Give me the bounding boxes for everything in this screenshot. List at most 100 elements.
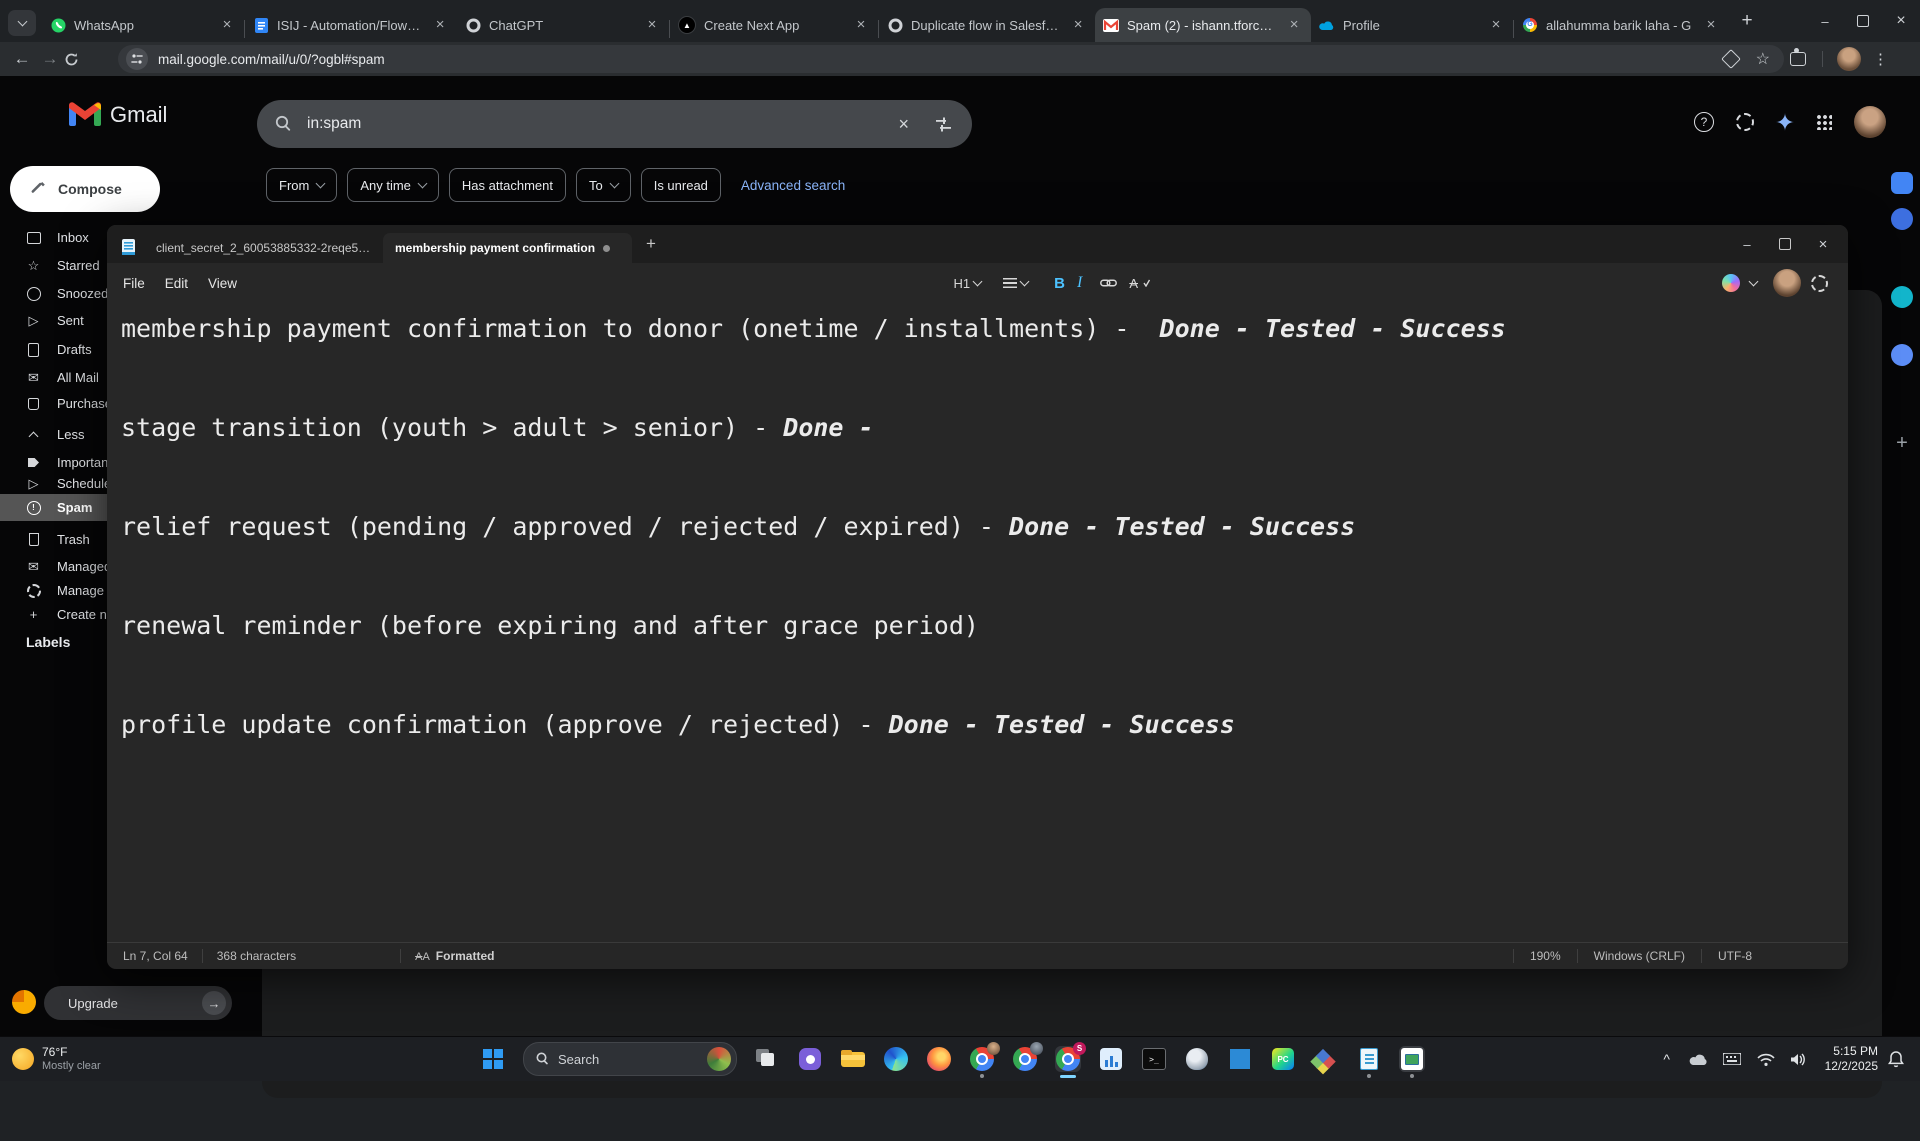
chip-any-time[interactable]: Any time xyxy=(347,168,439,202)
search-icon[interactable] xyxy=(275,115,293,133)
browser-tab-google-search[interactable]: G allahumma barik laha - G × xyxy=(1514,8,1728,42)
menu-view[interactable]: View xyxy=(198,271,247,296)
window-close-button[interactable]: × xyxy=(1882,6,1920,36)
tab-close-icon[interactable]: × xyxy=(431,16,449,34)
line-ending[interactable]: Windows (CRLF) xyxy=(1594,949,1685,963)
add-addon-plus-icon[interactable]: + xyxy=(1891,432,1913,454)
heading-style-dropdown[interactable]: H1 xyxy=(948,272,988,295)
google-apps-grid-icon[interactable] xyxy=(1816,114,1832,130)
tab-search-button[interactable] xyxy=(8,10,36,36)
meet-now-icon[interactable] xyxy=(797,1046,823,1072)
upgrade-promo-icon[interactable] xyxy=(12,990,36,1014)
window-maximize-button[interactable] xyxy=(1844,6,1882,36)
italic-button[interactable]: I xyxy=(1071,270,1088,296)
notepad-new-tab-button[interactable]: + xyxy=(646,234,656,254)
volume-icon[interactable] xyxy=(1791,1053,1815,1066)
taskpro-app-icon[interactable] xyxy=(1399,1046,1425,1072)
omnibox[interactable]: mail.google.com/mail/u/0/?ogbl#spam ☆ xyxy=(118,45,1784,73)
tab-close-icon[interactable]: × xyxy=(643,16,661,34)
tab-close-icon[interactable]: × xyxy=(1702,16,1720,34)
tray-clock[interactable]: 5:15 PM 12/2/2025 xyxy=(1825,1044,1878,1074)
pycharm-icon[interactable]: PC xyxy=(1270,1046,1296,1072)
notepad-close-button[interactable]: × xyxy=(1804,229,1842,259)
chrome-profile1-icon[interactable] xyxy=(969,1046,995,1072)
help-icon[interactable]: ? xyxy=(1694,112,1714,132)
vscode-icon[interactable] xyxy=(1227,1046,1253,1072)
notepad-tab-membership-active[interactable]: membership payment confirmation xyxy=(383,233,632,263)
chrome-profile3-active-icon[interactable]: S xyxy=(1055,1046,1081,1072)
back-icon[interactable]: ← xyxy=(8,49,36,69)
browser-tab-isij-docs[interactable]: ISIJ - Automation/Flows S × xyxy=(245,8,457,42)
notification-bell-icon[interactable] xyxy=(1888,1051,1912,1068)
browser-tab-whatsapp[interactable]: WhatsApp × xyxy=(42,8,244,42)
tray-expand-icon[interactable]: ^ xyxy=(1655,1051,1679,1067)
notepad-maximize-button[interactable] xyxy=(1766,229,1804,259)
tab-close-icon[interactable]: × xyxy=(1285,16,1303,34)
notepad-tab-client-secret[interactable]: client_secret_2_60053885332-2reqe52rribc xyxy=(144,233,383,263)
weather-widget[interactable]: 76°F Mostly clear xyxy=(12,1045,101,1073)
window-minimize-button[interactable]: – xyxy=(1806,6,1844,36)
advanced-search-link[interactable]: Advanced search xyxy=(741,178,845,193)
tab-close-icon[interactable]: × xyxy=(1487,16,1505,34)
browser-profile-avatar[interactable] xyxy=(1837,47,1861,71)
tasks-icon[interactable] xyxy=(1891,286,1913,308)
taskbar-search-box[interactable]: Search xyxy=(523,1042,737,1076)
diagrams-icon[interactable] xyxy=(1313,1046,1339,1072)
task-manager-icon[interactable] xyxy=(1098,1046,1124,1072)
touch-keyboard-icon[interactable] xyxy=(1723,1053,1747,1065)
menu-edit[interactable]: Edit xyxy=(155,271,198,296)
settings-gear-icon[interactable] xyxy=(1736,113,1754,131)
postgresql-icon[interactable] xyxy=(1184,1046,1210,1072)
calendar-icon[interactable] xyxy=(1891,172,1913,194)
bookmark-star-icon[interactable]: ☆ xyxy=(1756,49,1770,69)
site-info-icon[interactable] xyxy=(126,48,148,70)
firefox-icon[interactable] xyxy=(926,1046,952,1072)
start-button[interactable] xyxy=(480,1046,506,1072)
notepad-plus-plus-icon[interactable] xyxy=(1356,1046,1382,1072)
browser-tab-profile[interactable]: Profile × xyxy=(1311,8,1513,42)
contacts-icon[interactable] xyxy=(1891,344,1913,366)
search-query-text[interactable]: in:spam xyxy=(307,115,361,133)
gmail-profile-avatar[interactable] xyxy=(1854,106,1886,138)
notepad-account-avatar[interactable] xyxy=(1773,269,1801,297)
extensions-puzzle-icon[interactable] xyxy=(1790,52,1806,66)
keep-icon[interactable] xyxy=(1891,208,1913,230)
browser-menu-icon[interactable]: ⋮ xyxy=(1873,50,1888,68)
forward-icon[interactable]: → xyxy=(36,49,64,69)
wifi-icon[interactable] xyxy=(1757,1053,1781,1066)
onedrive-cloud-icon[interactable] xyxy=(1689,1053,1713,1066)
list-style-dropdown[interactable] xyxy=(997,274,1034,292)
search-filters-icon[interactable] xyxy=(935,117,952,132)
zoom-level[interactable]: 190% xyxy=(1530,949,1561,963)
chip-to[interactable]: To xyxy=(576,168,631,202)
browser-tab-chatgpt[interactable]: ChatGPT × xyxy=(457,8,669,42)
edge-icon[interactable] xyxy=(883,1046,909,1072)
gmail-search-bar[interactable]: in:spam × xyxy=(257,100,972,148)
chip-from[interactable]: From xyxy=(266,168,337,202)
tab-close-icon[interactable]: × xyxy=(218,16,236,34)
copilot-button[interactable] xyxy=(1716,270,1763,296)
clear-search-icon[interactable]: × xyxy=(898,114,909,135)
menu-file[interactable]: File xyxy=(113,271,155,296)
notepad-editor-area[interactable]: membership payment confirmation to donor… xyxy=(107,303,1848,1141)
file-explorer-icon[interactable] xyxy=(840,1046,866,1072)
notepad-settings-icon[interactable] xyxy=(1811,275,1828,292)
reload-icon[interactable] xyxy=(64,52,92,67)
terminal-icon[interactable]: >_ xyxy=(1141,1046,1167,1072)
encoding[interactable]: UTF-8 xyxy=(1718,949,1752,963)
chrome-profile2-icon[interactable] xyxy=(1012,1046,1038,1072)
spellcheck-icon[interactable]: A xyxy=(1123,272,1156,295)
insert-link-icon[interactable] xyxy=(1094,274,1123,292)
chip-is-unread[interactable]: Is unread xyxy=(641,168,721,202)
gemini-icon[interactable] xyxy=(1776,113,1794,131)
format-mode[interactable]: Formatted xyxy=(436,949,495,963)
reading-mode-icon[interactable] xyxy=(1721,49,1741,69)
task-view-icon[interactable] xyxy=(754,1046,780,1072)
browser-tab-gmail-spam-active[interactable]: Spam (2) - ishann.tforce@ × xyxy=(1095,8,1311,42)
new-tab-button[interactable]: + xyxy=(1728,6,1766,36)
browser-tab-create-next-app[interactable]: ▲ Create Next App × xyxy=(670,8,878,42)
notepad-minimize-button[interactable]: – xyxy=(1728,229,1766,259)
bold-button[interactable]: B xyxy=(1048,271,1071,296)
chip-has-attachment[interactable]: Has attachment xyxy=(449,168,566,202)
browser-tab-duplicate-flow[interactable]: Duplicate flow in Salesforc × xyxy=(879,8,1095,42)
